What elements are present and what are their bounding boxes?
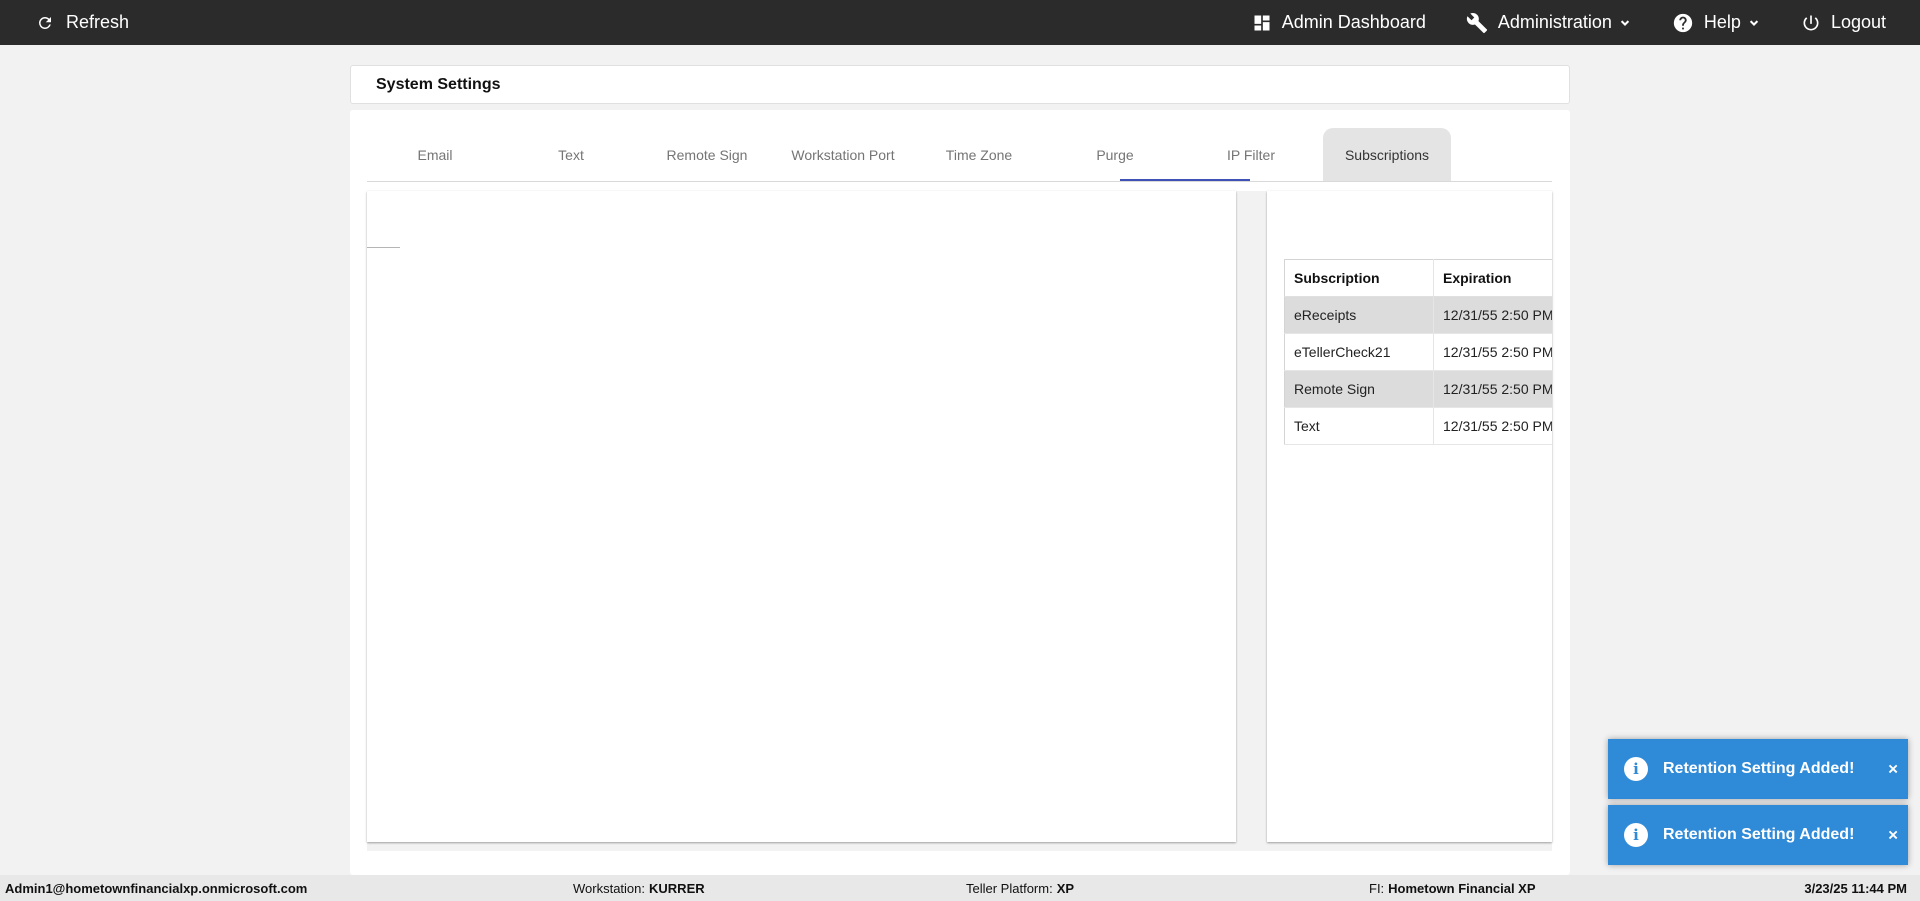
help-menu[interactable]: Help: [1666, 0, 1767, 45]
subscription-name: Text: [1284, 407, 1434, 445]
refresh-icon: [39, 16, 51, 29]
help-circle-icon: [1673, 13, 1693, 32]
power-icon: [1803, 15, 1819, 30]
subscription-name: Remote Sign: [1284, 370, 1434, 408]
toast-message: Retention Setting Added!: [1663, 826, 1855, 843]
status-workstation: Workstation: KURRER: [573, 875, 705, 901]
toast-notification: i Retention Setting Added! ×: [1608, 805, 1908, 865]
refresh-button[interactable]: Refresh: [30, 0, 135, 45]
subscriptions-table: Subscription Expiration eReceipts 12/31/…: [1284, 259, 1552, 445]
status-bar: Admin1@hometownfinancialxp.onmicrosoft.c…: [0, 875, 1920, 901]
page-title: System Settings: [376, 75, 501, 93]
table-header-row: Subscription Expiration: [1284, 259, 1552, 297]
subscription-name: eTellerCheck21: [1284, 333, 1434, 371]
datetime-value: 3/23/25 11:44 PM: [1804, 880, 1907, 896]
subscription-expiration: 12/31/55 2:50 PM: [1433, 407, 1552, 445]
left-content-panel: [367, 191, 1236, 842]
dashboard-icon: [1254, 15, 1270, 30]
tab-text[interactable]: Text: [503, 128, 639, 181]
active-tab-indicator: [1120, 179, 1250, 181]
info-icon: i: [1624, 757, 1648, 781]
help-label: Help: [1703, 12, 1741, 32]
workstation-label: Workstation:: [573, 880, 646, 896]
column-header-subscription[interactable]: Subscription: [1284, 259, 1434, 297]
close-icon[interactable]: ×: [1888, 827, 1898, 844]
tab-purge[interactable]: Purge: [1047, 128, 1183, 181]
page-title-card: System Settings: [350, 65, 1570, 104]
table-row[interactable]: Text 12/31/55 2:50 PM: [1284, 407, 1552, 445]
toast-notification: i Retention Setting Added! ×: [1608, 739, 1908, 799]
admin-dashboard-button[interactable]: Admin Dashboard: [1246, 0, 1432, 45]
subscriptions-panel: Subscription Expiration eReceipts 12/31/…: [1267, 191, 1552, 842]
status-user: Admin1@hometownfinancialxp.onmicrosoft.c…: [5, 875, 307, 901]
subscription-expiration: 12/31/55 2:50 PM: [1433, 370, 1552, 408]
user-email: Admin1@hometownfinancialxp.onmicrosoft.c…: [5, 880, 308, 896]
admin-dashboard-label: Admin Dashboard: [1281, 12, 1426, 32]
subscription-name: eReceipts: [1284, 296, 1434, 334]
administration-menu[interactable]: Administration: [1460, 0, 1638, 45]
top-navigation-bar: Refresh Admin Dashboard Administration H…: [0, 0, 1920, 45]
toast-message: Retention Setting Added!: [1663, 760, 1855, 777]
workstation-value: KURRER: [649, 880, 705, 896]
tab-remote-sign[interactable]: Remote Sign: [639, 128, 775, 181]
status-datetime: 3/23/25 11:44 PM: [1804, 875, 1907, 901]
tab-time-zone[interactable]: Time Zone: [911, 128, 1047, 181]
info-icon: i: [1624, 823, 1648, 847]
logout-button[interactable]: Logout: [1795, 0, 1892, 45]
chevron-down-icon: [1749, 19, 1759, 26]
status-platform: Teller Platform: XP: [966, 875, 1074, 901]
tab-subscriptions[interactable]: Subscriptions: [1323, 128, 1451, 181]
fi-label: FI:: [1369, 880, 1385, 896]
tab-workstation-port[interactable]: Workstation Port: [775, 128, 911, 181]
logout-label: Logout: [1830, 12, 1886, 32]
fi-value: Hometown Financial XP: [1388, 880, 1536, 896]
platform-value: XP: [1056, 880, 1075, 896]
close-icon[interactable]: ×: [1888, 761, 1898, 778]
subscription-expiration: 12/31/55 2:50 PM: [1433, 296, 1552, 334]
table-row[interactable]: eReceipts 12/31/55 2:50 PM: [1284, 296, 1552, 334]
status-fi: FI: Hometown Financial XP: [1369, 875, 1536, 901]
tab-ip-filter[interactable]: IP Filter: [1183, 128, 1319, 181]
table-row[interactable]: Remote Sign 12/31/55 2:50 PM: [1284, 370, 1552, 408]
chevron-down-icon: [1620, 19, 1630, 26]
wrench-icon: [1466, 12, 1487, 33]
tab-email[interactable]: Email: [367, 128, 503, 181]
platform-label: Teller Platform:: [966, 880, 1053, 896]
column-header-expiration[interactable]: Expiration: [1433, 259, 1552, 297]
administration-label: Administration: [1497, 12, 1612, 32]
refresh-label: Refresh: [66, 12, 130, 32]
divider-line: [367, 247, 400, 248]
settings-tabs: Email Text Remote Sign Workstation Port …: [367, 128, 1552, 182]
subscription-expiration: 12/31/55 2:50 PM: [1433, 333, 1552, 371]
table-row[interactable]: eTellerCheck21 12/31/55 2:50 PM: [1284, 333, 1552, 371]
